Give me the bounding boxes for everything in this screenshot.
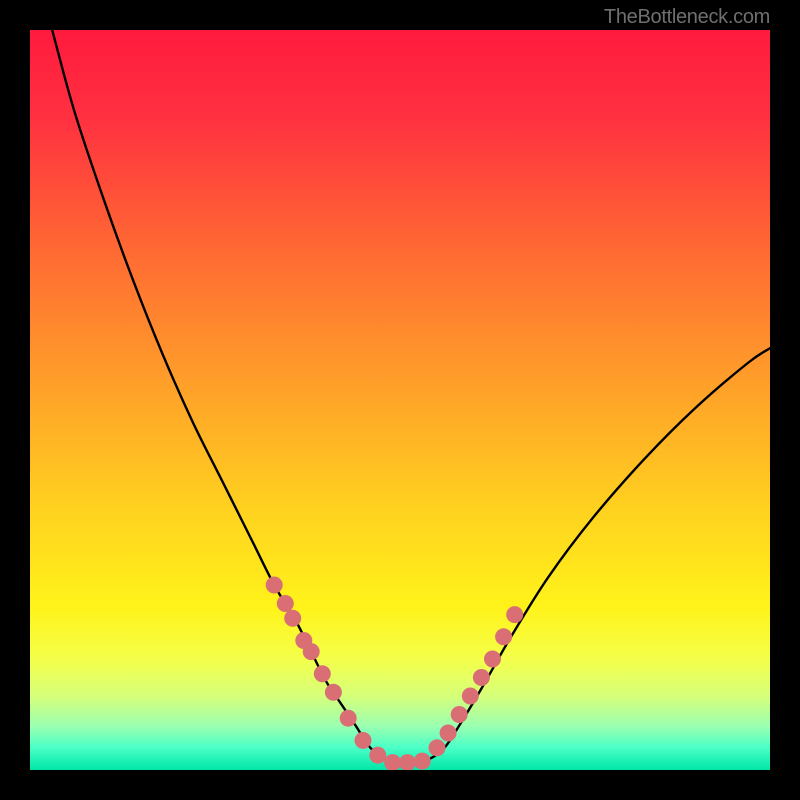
marker-dot bbox=[284, 610, 301, 627]
marker-dot bbox=[355, 732, 372, 749]
marker-dot bbox=[369, 747, 386, 764]
marker-dot bbox=[473, 669, 490, 686]
marker-dot bbox=[266, 577, 283, 594]
marker-dot bbox=[429, 739, 446, 756]
marker-dot bbox=[325, 684, 342, 701]
marker-dot bbox=[495, 628, 512, 645]
curve-layer bbox=[30, 30, 770, 770]
marker-dot bbox=[277, 595, 294, 612]
bottleneck-curve bbox=[52, 30, 770, 763]
marker-dot bbox=[414, 753, 431, 770]
watermark-text: TheBottleneck.com bbox=[604, 6, 770, 29]
marker-dot bbox=[462, 688, 479, 705]
marker-dot bbox=[303, 643, 320, 660]
highlight-dots bbox=[266, 577, 524, 771]
marker-dot bbox=[440, 725, 457, 742]
marker-dot bbox=[506, 606, 523, 623]
marker-dot bbox=[484, 651, 501, 668]
plot-area bbox=[30, 30, 770, 770]
marker-dot bbox=[340, 710, 357, 727]
marker-dot bbox=[384, 754, 401, 770]
marker-dot bbox=[314, 665, 331, 682]
marker-dot bbox=[451, 706, 468, 723]
marker-dot bbox=[399, 754, 416, 770]
